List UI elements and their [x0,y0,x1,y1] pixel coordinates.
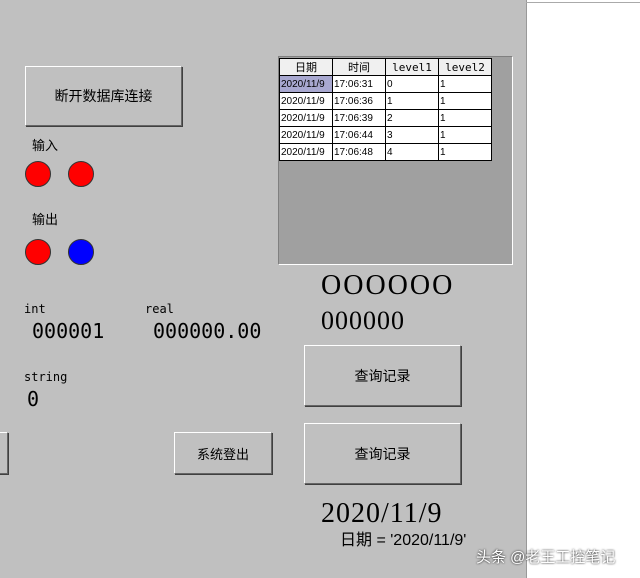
cell[interactable]: 2020/11/9 [279,109,333,127]
output-label: 输出 [32,212,59,227]
cell[interactable]: 1 [438,75,492,93]
display-2: 000000 [321,306,405,335]
cell[interactable]: 17:06:36 [332,92,386,110]
cell[interactable]: 17:06:44 [332,126,386,144]
input-label: 输入 [32,138,59,153]
table-row[interactable]: 2020/11/9 17:06:31 0 1 [279,75,492,93]
cell[interactable]: 17:06:31 [332,75,386,93]
string-label: string [24,370,68,384]
table-row[interactable]: 2020/11/9 17:06:36 1 1 [279,92,492,110]
string-value: 0 [27,387,40,411]
cell[interactable]: 2020/11/9 [279,126,333,144]
header-level2: level2 [438,58,492,76]
records-table: 日期 时间 level1 level2 2020/11/9 17:06:31 0 1 … [279,58,492,161]
date-query-text: 日期 = '2020/11/9' [340,532,467,549]
records-grid[interactable]: 日期 时间 level1 level2 2020/11/9 17:06:31 0 1 … [278,56,513,265]
real-label: real [145,302,174,316]
query-records-button-2[interactable]: 查询记录 [304,423,461,484]
partial-button[interactable] [0,432,8,474]
header-date: 日期 [279,58,333,76]
logout-button[interactable]: 系统登出 [174,432,272,474]
header-level1: level1 [385,58,439,76]
cell[interactable]: 1 [438,109,492,127]
output-led-2 [68,239,94,265]
cell[interactable]: 3 [385,126,439,144]
header-time: 时间 [332,58,386,76]
cell[interactable]: 17:06:48 [332,143,386,161]
cell[interactable]: 1 [438,126,492,144]
cell[interactable]: 1 [438,92,492,110]
cell[interactable]: 0 [385,75,439,93]
cell[interactable]: 2020/11/9 [279,75,333,93]
display-1: OOOOOO [321,270,455,301]
watermark: 头条 @老王工控笔记 [476,549,616,566]
table-header: 日期 时间 level1 level2 [279,58,492,76]
int-value: 000001 [32,319,105,343]
disconnect-database-button[interactable]: 断开数据库连接 [25,66,182,126]
real-value: 000000.00 [153,319,262,343]
input-led-1 [25,161,51,187]
table-row[interactable]: 2020/11/9 17:06:39 2 1 [279,109,492,127]
cell[interactable]: 1 [438,143,492,161]
int-label: int [24,302,46,316]
cell[interactable]: 2 [385,109,439,127]
divider [526,2,640,3]
query-records-button-1[interactable]: 查询记录 [304,345,461,406]
table-row[interactable]: 2020/11/9 17:06:48 4 1 [279,143,492,161]
input-led-2 [68,161,94,187]
cell[interactable]: 17:06:39 [332,109,386,127]
cell[interactable]: 4 [385,143,439,161]
table-row[interactable]: 2020/11/9 17:06:44 3 1 [279,126,492,144]
cell[interactable]: 1 [385,92,439,110]
cell[interactable]: 2020/11/9 [279,92,333,110]
output-led-1 [25,239,51,265]
cell[interactable]: 2020/11/9 [279,143,333,161]
